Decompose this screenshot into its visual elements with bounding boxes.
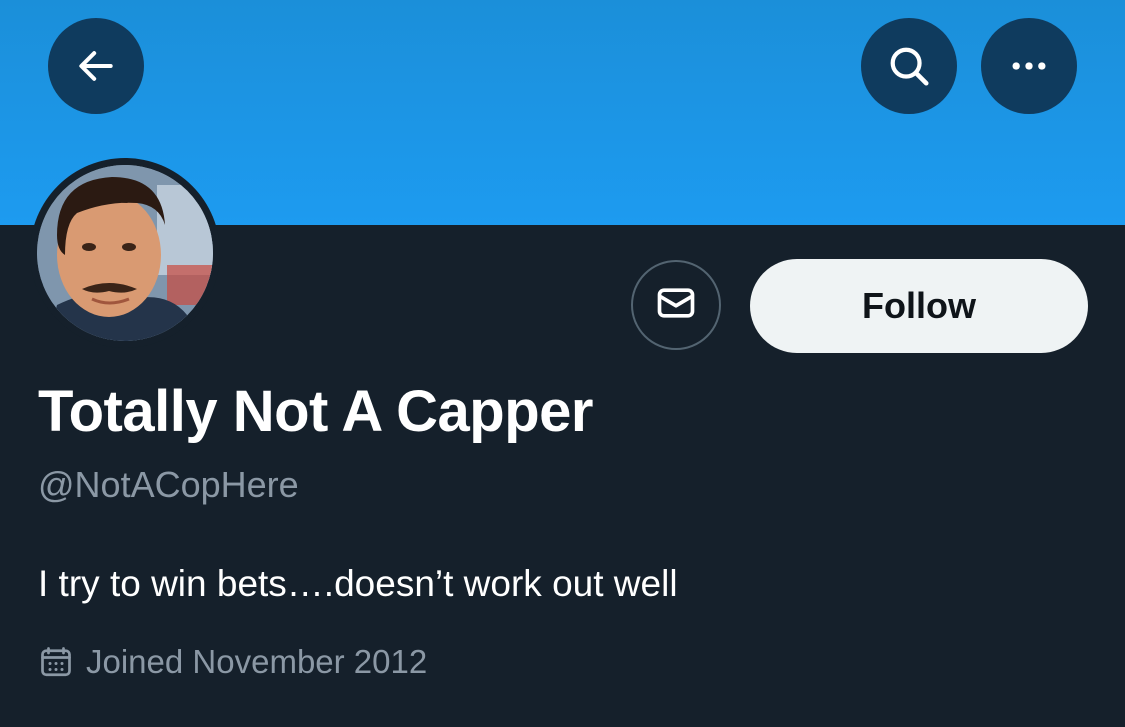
follow-button[interactable]: Follow <box>750 259 1088 353</box>
avatar-image <box>37 165 213 341</box>
joined-date-label: Joined November 2012 <box>86 643 428 680</box>
calendar-icon <box>38 644 74 680</box>
display-name: Totally Not A Capper <box>38 379 594 444</box>
more-horizontal-icon <box>1007 44 1051 88</box>
profile-bio: I try to win bets….doesn’t work out well <box>38 563 678 604</box>
profile-handle: @NotACopHere <box>38 464 299 505</box>
search-icon <box>886 43 932 89</box>
arrow-left-icon <box>74 44 118 88</box>
profile-page: Follow Totally Not A Capper @NotACopHere… <box>0 0 1125 727</box>
joined-date-row: Joined November 2012 <box>38 643 427 681</box>
avatar[interactable] <box>30 158 220 348</box>
message-button[interactable] <box>631 260 721 350</box>
mail-icon <box>654 281 698 330</box>
more-options-button[interactable] <box>981 18 1077 114</box>
search-button[interactable] <box>861 18 957 114</box>
back-button[interactable] <box>48 18 144 114</box>
